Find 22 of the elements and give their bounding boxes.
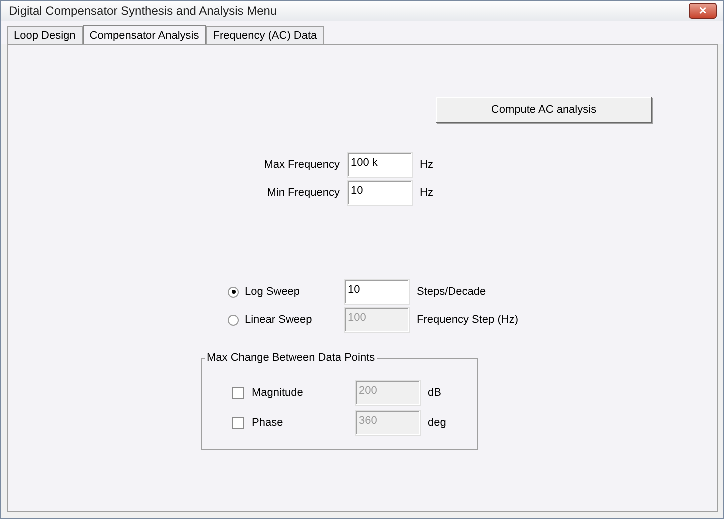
unit-label: Frequency Step (Hz) xyxy=(417,314,518,326)
unit-label: dB xyxy=(428,387,442,399)
input-field[interactable]: 10 xyxy=(348,181,412,205)
compute-button[interactable]: Compute AC analysis xyxy=(436,97,652,123)
radio-label: Linear Sweep xyxy=(244,314,314,326)
field-label: Max Frequency xyxy=(263,159,341,171)
checkbox-label: Phase xyxy=(251,417,284,429)
radio-button[interactable] xyxy=(228,286,239,298)
group-title: Max Change Between Data Points xyxy=(205,352,378,364)
tab[interactable]: Loop Design xyxy=(7,26,83,44)
radio-label: Log Sweep xyxy=(244,286,302,298)
unit-label: Steps/Decade xyxy=(417,286,486,298)
unit-label: Hz xyxy=(420,187,434,199)
unit-label: deg xyxy=(428,417,446,429)
input-field[interactable]: 10 xyxy=(345,280,409,304)
tab[interactable]: Compensator Analysis xyxy=(82,25,206,45)
field-label: Min Frequency xyxy=(266,187,341,199)
unit-label: Hz xyxy=(420,159,434,171)
window-title: Digital Compensator Synthesis and Analysis Menu xyxy=(9,4,278,18)
tab[interactable]: Frequency (AC) Data xyxy=(206,26,324,44)
input-field[interactable]: 100 k xyxy=(348,153,412,177)
checkbox-label: Magnitude xyxy=(251,387,304,399)
